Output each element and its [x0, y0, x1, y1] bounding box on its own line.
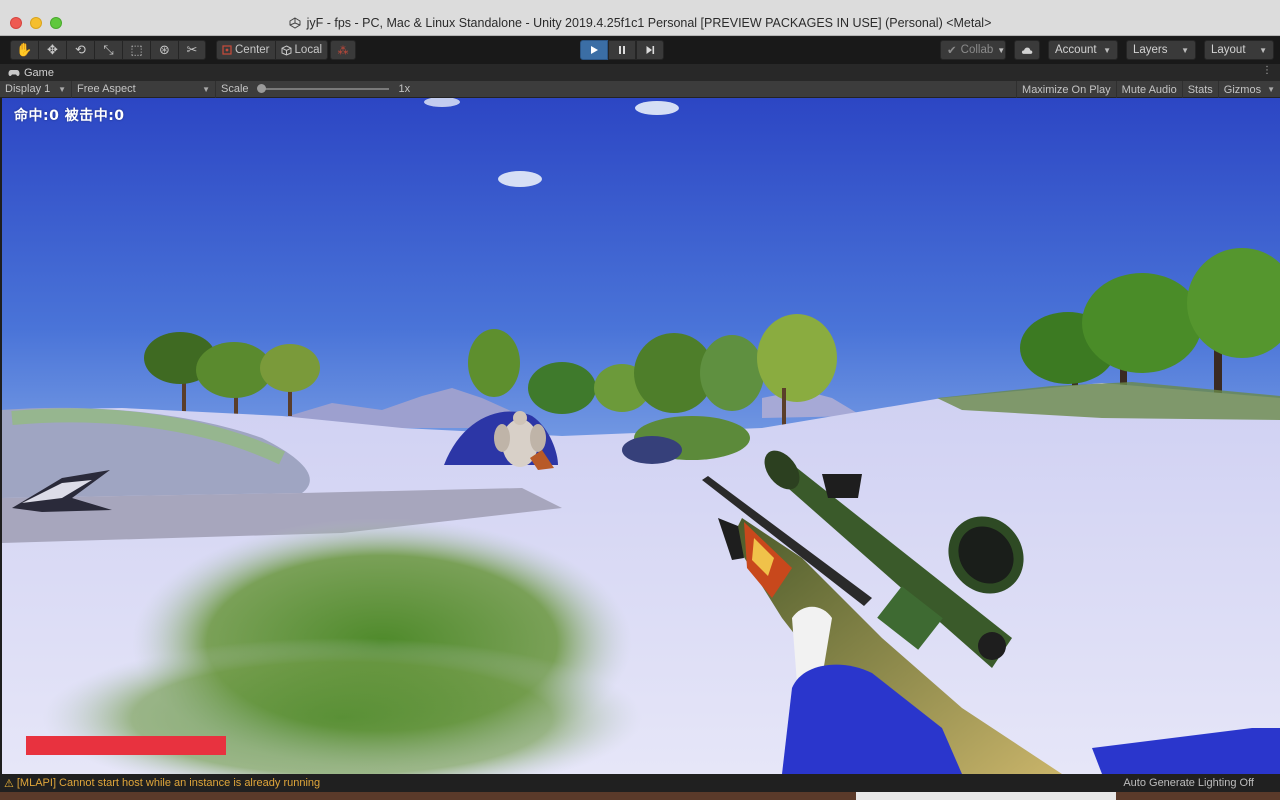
chevron-down-icon: ▼: [1267, 85, 1275, 94]
step-icon: [646, 46, 655, 54]
collab-check-icon: ✔: [947, 45, 957, 57]
layout-dropdown[interactable]: Layout ▼: [1204, 40, 1274, 60]
pivot-center-icon: [222, 45, 232, 55]
grid-snap-icon: ⁂: [337, 44, 349, 57]
move-icon: ✥: [47, 42, 58, 57]
chevron-down-icon: ▼: [1103, 45, 1111, 55]
unity-logo-icon: [289, 16, 301, 29]
pause-icon: [619, 46, 625, 54]
scale-control: Scale 1x: [216, 81, 415, 98]
toolbar-right: ✔ Collab ▼ Account ▼ Layers ▼ Layout ▼: [940, 40, 1274, 60]
custom-tools-icon: ✂: [186, 42, 198, 57]
window-title: jyF - fps - PC, Mac & Linux Standalone -…: [289, 15, 992, 30]
cloud-button[interactable]: [1014, 40, 1040, 60]
rect-tool-button[interactable]: ⬚: [122, 40, 150, 60]
tab-menu-icon[interactable]: ⋮: [1262, 65, 1272, 76]
play-icon: [591, 46, 598, 54]
layers-dropdown[interactable]: Layers ▼: [1126, 40, 1196, 60]
pause-button[interactable]: [608, 40, 636, 60]
transform-tools: ✋ ✥ ⟲ ⤡ ⬚ ⊛ ✂: [10, 40, 206, 60]
maximize-window-button[interactable]: [50, 17, 62, 29]
game-view-toggles: Maximize On Play Mute Audio Stats Gizmos…: [1016, 81, 1280, 98]
hit-counter: 命中:0 被击中:0: [14, 108, 125, 124]
gamepad-icon: [8, 69, 20, 76]
chevron-down-icon: ▼: [1259, 45, 1267, 55]
chevron-down-icon: ▼: [1181, 45, 1189, 55]
account-dropdown[interactable]: Account ▼: [1048, 40, 1118, 60]
pivot-rotation-button[interactable]: Local: [274, 40, 329, 60]
cloud: [498, 171, 542, 187]
local-cube-icon: [281, 44, 292, 56]
chevron-down-icon: ▼: [58, 84, 66, 94]
aspect-dropdown[interactable]: Free Aspect ▼: [72, 80, 216, 98]
cloud-icon: [1021, 47, 1033, 54]
lighting-status: Auto Generate Lighting Off: [1123, 777, 1254, 789]
game-viewport[interactable]: 命中:0 被击中:0: [2, 98, 1280, 774]
scale-icon: ⤡: [103, 42, 114, 57]
step-button[interactable]: [636, 40, 664, 60]
console-status-bar[interactable]: ⚠ [MLAPI] Cannot start host while an ins…: [0, 774, 1280, 792]
scale-slider[interactable]: [256, 84, 389, 93]
main-toolbar: ✋ ✥ ⟲ ⤡ ⬚ ⊛ ✂ Center Local ⁂ ✔ Collab ▼ …: [0, 37, 1280, 64]
gizmos-dropdown[interactable]: Gizmos ▼: [1217, 81, 1280, 98]
play-controls: [580, 40, 664, 60]
background-window: [856, 792, 1116, 800]
scale-label: Scale: [221, 83, 249, 95]
window-controls: [10, 17, 62, 29]
rotate-tool-button[interactable]: ⟲: [66, 40, 94, 60]
stats-toggle[interactable]: Stats: [1181, 81, 1218, 98]
scale-slider-handle[interactable]: [256, 84, 266, 93]
custom-tool-button[interactable]: ✂: [178, 40, 206, 60]
status-message: [MLAPI] Cannot start host while an insta…: [16, 777, 321, 789]
bush-shadow: [622, 436, 682, 464]
maximize-on-play-toggle[interactable]: Maximize On Play: [1016, 81, 1116, 98]
transform-icon: ⊛: [159, 42, 170, 57]
mute-audio-toggle[interactable]: Mute Audio: [1115, 81, 1182, 98]
pivot-mode-button[interactable]: Center: [216, 40, 275, 60]
grid-snap-button[interactable]: ⁂: [330, 40, 356, 60]
rect-icon: ⬚: [130, 42, 143, 57]
rotate-icon: ⟲: [75, 42, 86, 57]
pivot-toggles: Center Local: [216, 40, 329, 60]
scale-tool-button[interactable]: ⤡: [94, 40, 122, 60]
play-button[interactable]: [580, 40, 608, 60]
window-title-text: jyF - fps - PC, Mac & Linux Standalone -…: [306, 15, 992, 30]
tab-game[interactable]: Game: [24, 67, 54, 79]
hand-tool-button[interactable]: ✋: [10, 40, 38, 60]
game-scene: [2, 98, 1280, 774]
chevron-down-icon: ▼: [202, 84, 210, 94]
chevron-down-icon: ▼: [997, 45, 1006, 55]
close-window-button[interactable]: [10, 17, 22, 29]
warning-icon: ⚠: [4, 777, 14, 790]
hand-icon: ✋: [16, 42, 33, 57]
game-view-controls: Display 1 ▼ Free Aspect ▼ Scale 1x Maxim…: [0, 80, 1280, 98]
display-dropdown[interactable]: Display 1 ▼: [0, 80, 72, 98]
transform-tool-button[interactable]: ⊛: [150, 40, 178, 60]
scale-value: 1x: [398, 83, 411, 95]
health-bar: [26, 736, 226, 755]
window-title-bar: jyF - fps - PC, Mac & Linux Standalone -…: [0, 0, 1280, 36]
minimize-window-button[interactable]: [30, 17, 42, 29]
collab-dropdown[interactable]: ✔ Collab ▼: [940, 40, 1006, 60]
move-tool-button[interactable]: ✥: [38, 40, 66, 60]
game-tab-header: Game ⋮: [0, 64, 1280, 81]
cloud: [635, 101, 679, 115]
desktop-background: [0, 792, 1280, 800]
